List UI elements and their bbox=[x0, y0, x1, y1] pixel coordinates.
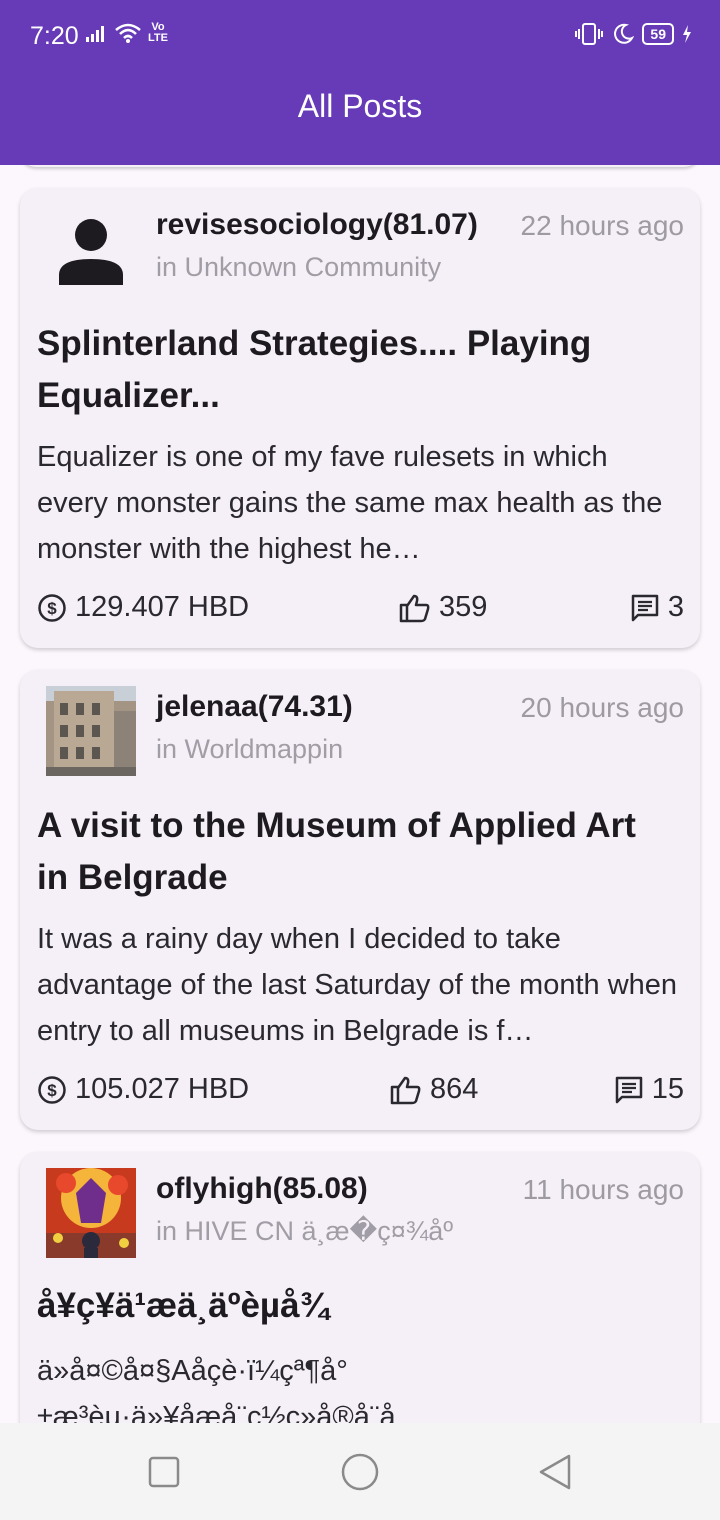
app-bar: 7:20 Vo LTE 59 All Posts bbox=[0, 0, 720, 165]
post-title[interactable]: å¥ç¥ä¹æä¸äºèµå¾ bbox=[37, 1280, 670, 1332]
author-avatar[interactable] bbox=[46, 686, 136, 776]
post-community[interactable]: in Unknown Community bbox=[156, 252, 441, 283]
wifi-icon bbox=[115, 23, 141, 43]
post-excerpt[interactable]: It was a rainy day when I decided to tak… bbox=[37, 916, 686, 1054]
colorful-art-photo bbox=[46, 1168, 136, 1258]
payout-value: 129.407 HBD bbox=[75, 591, 250, 623]
status-time: 7:20 bbox=[30, 22, 79, 50]
dollar-icon: $ bbox=[38, 593, 66, 622]
post-author[interactable]: jelenaa(74.31) bbox=[156, 690, 353, 724]
system-navigation-bar bbox=[0, 1423, 720, 1520]
signal-icon bbox=[86, 26, 104, 42]
payout-stat: $ 105.027 HBD bbox=[37, 1073, 249, 1106]
post-time: 20 hours ago bbox=[520, 692, 684, 723]
post-stats: $ 129.407 HBD 359 3 bbox=[37, 591, 684, 631]
post-community[interactable]: in HIVE CN ä¸æ�ç¤¾åº bbox=[156, 1216, 453, 1247]
volte-bottom-label: LTE bbox=[148, 32, 168, 44]
status-left-icons: Vo LTE bbox=[86, 22, 168, 44]
comment-count: 15 bbox=[651, 1073, 684, 1105]
thumbs-up-icon bbox=[390, 1076, 421, 1104]
post-title[interactable]: A visit to the Museum of Applied Art in … bbox=[37, 800, 670, 904]
volte-indicator: Vo LTE bbox=[148, 22, 168, 44]
post-excerpt[interactable]: ä»å¤©å¤§Aåçè·ï¼çª¶å°±æ³èµ·ä»¥åæå¨ç½ç»å®å… bbox=[37, 1348, 686, 1423]
vote-count: 359 bbox=[439, 591, 488, 623]
post-community[interactable]: in Worldmappin bbox=[156, 734, 343, 765]
comments-button[interactable]: 15 bbox=[614, 1073, 684, 1106]
post-card[interactable]: revisesociology(81.07) 22 hours ago in U… bbox=[20, 188, 700, 648]
recent-apps-icon[interactable] bbox=[143, 1451, 185, 1493]
status-bar: 7:20 Vo LTE 59 bbox=[0, 0, 720, 72]
payout-value: 105.027 HBD bbox=[75, 1073, 250, 1105]
payout-stat: $ 129.407 HBD bbox=[37, 591, 249, 624]
thumbs-up-icon bbox=[399, 594, 430, 622]
author-avatar[interactable] bbox=[46, 204, 136, 294]
dollar-icon: $ bbox=[38, 1075, 66, 1104]
post-feed[interactable]: revisesociology(81.07) 22 hours ago in U… bbox=[0, 165, 720, 1423]
svg-text:$: $ bbox=[47, 599, 57, 618]
moon-icon bbox=[614, 23, 635, 44]
post-time: 22 hours ago bbox=[520, 210, 684, 241]
post-excerpt[interactable]: Equalizer is one of my fave rulesets in … bbox=[37, 434, 686, 572]
post-stats: $ 105.027 HBD 864 15 bbox=[37, 1073, 684, 1113]
post-card[interactable]: oflyhigh(85.08) 11 hours ago in HIVE CN … bbox=[20, 1152, 700, 1423]
person-icon bbox=[59, 219, 123, 285]
vibrate-icon bbox=[575, 23, 604, 45]
previous-post-card[interactable] bbox=[20, 165, 700, 167]
battery-indicator: 59 bbox=[642, 23, 674, 45]
comments-button[interactable]: 3 bbox=[630, 591, 684, 624]
vote-button[interactable]: 864 bbox=[390, 1073, 478, 1106]
status-right-icons: 59 bbox=[574, 22, 692, 46]
vote-count: 864 bbox=[430, 1073, 479, 1105]
comment-count: 3 bbox=[667, 591, 684, 623]
post-card[interactable]: jelenaa(74.31) 20 hours ago in Worldmapp… bbox=[20, 670, 700, 1130]
vote-button[interactable]: 359 bbox=[399, 591, 487, 624]
comment-icon bbox=[631, 594, 659, 621]
building-photo bbox=[46, 686, 136, 776]
post-author[interactable]: revisesociology(81.07) bbox=[156, 208, 478, 242]
comment-icon bbox=[615, 1076, 642, 1103]
post-time: 11 hours ago bbox=[522, 1174, 684, 1205]
post-author[interactable]: oflyhigh(85.08) bbox=[156, 1172, 368, 1206]
svg-text:$: $ bbox=[47, 1081, 57, 1100]
charging-icon bbox=[683, 25, 691, 43]
back-icon[interactable] bbox=[535, 1451, 577, 1493]
post-title[interactable]: Splinterland Strategies.... Playing Equa… bbox=[37, 318, 670, 422]
page-title: All Posts bbox=[297, 88, 423, 124]
home-icon[interactable] bbox=[339, 1451, 381, 1493]
author-avatar[interactable] bbox=[46, 1168, 136, 1258]
